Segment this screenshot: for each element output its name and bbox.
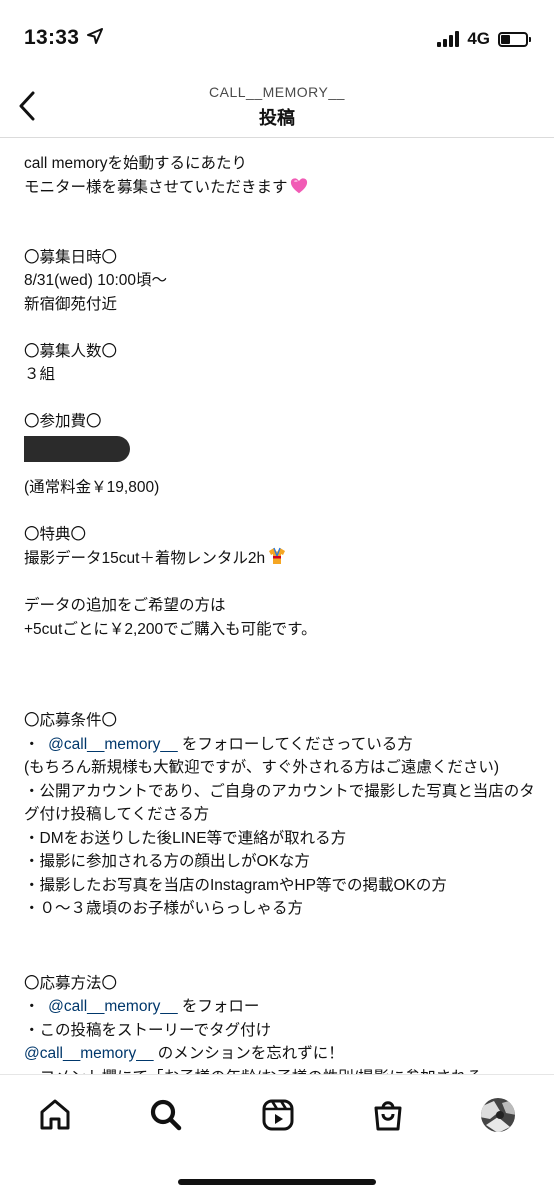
section-heading-apply: 〇応募方法〇 [24, 974, 118, 992]
caption-line: ・ @call__memory__ をフォローしてくださっている方 [24, 735, 413, 753]
home-icon[interactable] [33, 1093, 77, 1137]
section-heading-benefit: 〇特典〇 [24, 525, 87, 543]
caption-line: ・公開アカウントであり、ご自身のアカウントで撮影した写真と当店のタグ付け投稿して… [24, 782, 535, 824]
caption-line: ・DMをお送りした後LINE等で連絡が取れる方 [24, 829, 347, 847]
status-bar: 13:33 4G [0, 0, 554, 74]
caption-line: データの追加をご希望の方は [24, 597, 226, 614]
caption-line: モニター様を募集させていただきます [24, 176, 538, 200]
caption-line: ・撮影に参加される方の顔出しがOKな方 [24, 853, 310, 870]
location-arrow-icon [87, 28, 103, 49]
search-icon[interactable] [144, 1093, 188, 1137]
caption-line: ・０〜３歳頃のお子様がいらっしゃる方 [24, 900, 304, 917]
section-heading-count: 〇募集人数〇 [24, 342, 118, 360]
mention-link[interactable]: @call__memory__ [48, 736, 177, 753]
caption-line: ・ @call__memory__ をフォロー [24, 998, 260, 1015]
section-heading-fee: 〇参加費〇 [24, 413, 102, 430]
mention-link[interactable]: @call__memory__ [24, 1045, 153, 1062]
signal-icon [437, 31, 460, 47]
caption-line: call memoryを始動するにあたり [24, 155, 248, 172]
caption-line: 新宿御苑付近 [24, 295, 118, 313]
caption-line: ３組 [24, 366, 56, 383]
pink-heart-emoji [290, 177, 307, 193]
reels-icon[interactable] [256, 1093, 300, 1137]
kimono-emoji [269, 547, 286, 564]
redacted-fee [24, 435, 130, 462]
profile-avatar[interactable] [476, 1093, 520, 1137]
caption-line: (もちろん新規様も大歓迎ですが、すぐ外される方はご遠慮ください) [24, 759, 500, 776]
caption-line: ・コメント欄にて「お子様の年齢/お子様の性別/撮影に参加される [24, 1066, 538, 1075]
caption-line: ・撮影したお写真を当店のInstagramやHP等での掲載OKの方 [24, 876, 447, 894]
shop-icon[interactable] [366, 1093, 410, 1137]
caption-line: @call__memory__ のメンションを忘れずに！ [24, 1045, 344, 1062]
mention-link[interactable]: @call__memory__ [48, 998, 177, 1015]
header-username[interactable]: CALL__MEMORY__ [0, 84, 554, 100]
caption-line: 撮影データ15cut＋着物レンタル2h [24, 546, 538, 571]
post-header: CALL__MEMORY__ 投稿 [0, 74, 554, 138]
status-time: 13:33 [24, 26, 80, 49]
battery-icon [498, 31, 531, 47]
section-heading-date: 〇募集日時〇 [24, 248, 118, 266]
section-heading-conditions: 〇応募条件〇 [24, 712, 118, 729]
caption-line: ・この投稿をストーリーでタグ付け [24, 1021, 272, 1039]
post-caption: call memoryを始動するにあたり モニター様を募集させていただきます 〇… [24, 152, 538, 1074]
home-indicator [178, 1179, 376, 1185]
page-title: 投稿 [259, 108, 295, 128]
caption-line: (通常料金￥19,800) [24, 478, 160, 496]
caption-line: 8/31(wed) 10:00頃〜 [24, 272, 168, 289]
network-type: 4G [467, 29, 490, 48]
status-right: 4G [437, 29, 532, 49]
caption-line: +5cutごとに￥2,200でご購入も可能です。 [24, 620, 317, 638]
